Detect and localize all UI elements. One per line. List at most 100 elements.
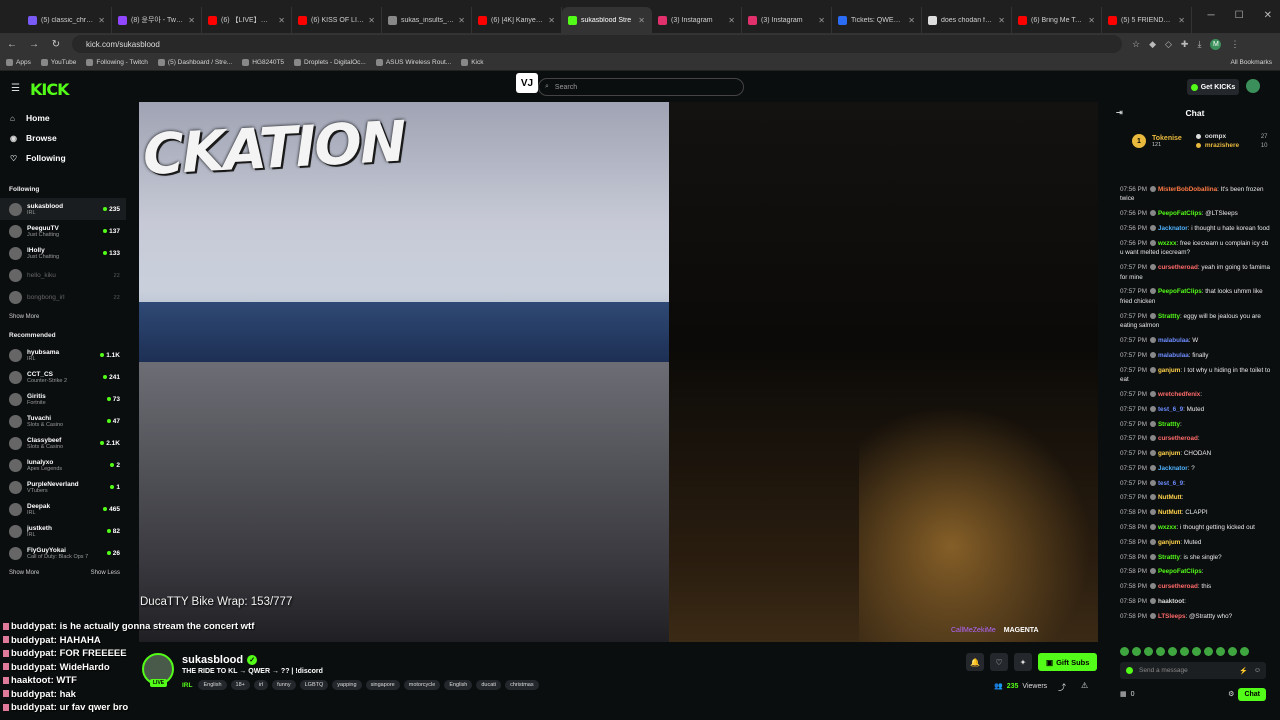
tab-close-icon[interactable]: ✕	[908, 16, 915, 25]
leader-row[interactable]: mrazishere 10	[1195, 142, 1268, 149]
stream-tag[interactable]: English	[198, 680, 227, 690]
stream-tag[interactable]: singapore	[365, 680, 400, 690]
sidebar-channel[interactable]: Classybeef Slots & Casino 2.1K	[0, 432, 126, 454]
chat-input[interactable]: Send a message ⚡ ☺	[1120, 662, 1266, 679]
message-username[interactable]: Jacknator	[1158, 465, 1188, 472]
browser-tab[interactable]: (3) Instagram ✕	[652, 7, 742, 33]
show-less-button[interactable]: Show Less	[91, 570, 120, 576]
stream-category-link[interactable]: IRL	[182, 682, 192, 689]
url-field[interactable]: kick.com/sukasblood	[72, 35, 1122, 53]
message-username[interactable]: PeepoFatClips	[1158, 288, 1202, 295]
message-username[interactable]: ganjum	[1158, 450, 1180, 457]
quick-emote-icon[interactable]	[1192, 647, 1201, 656]
back-icon[interactable]: ←	[6, 39, 18, 50]
notification-bell-icon[interactable]: 🔔	[966, 653, 984, 671]
top-supporter[interactable]: Tokenise 121	[1152, 135, 1182, 148]
message-username[interactable]: ganjum	[1158, 367, 1180, 374]
all-bookmarks-button[interactable]: All Bookmarks	[1230, 59, 1272, 66]
chat-identity-icon[interactable]	[1126, 667, 1133, 674]
puzzle-icon[interactable]: ✚	[1181, 39, 1189, 50]
quick-emote-icon[interactable]	[1144, 647, 1153, 656]
message-username[interactable]: ganjum	[1158, 539, 1180, 546]
tab-close-icon[interactable]: ✕	[728, 16, 735, 25]
message-username[interactable]: test_6_9	[1158, 480, 1183, 487]
tab-close-icon[interactable]: ✕	[998, 16, 1005, 25]
forward-icon[interactable]: →	[28, 39, 40, 50]
gift-subs-button[interactable]: ▣ Gift Subs	[1038, 653, 1098, 671]
stream-tag[interactable]: 18+	[230, 680, 250, 690]
browser-tab[interactable]: (5) classic_christine ✕	[22, 7, 112, 33]
sparkle-icon[interactable]: ✦	[1014, 653, 1032, 671]
bookmark-item[interactable]: ASUS Wireless Rout...	[375, 59, 451, 66]
sidebar-channel[interactable]: FlyGuyYokai Call of Duty: Black Ops 7 26	[0, 542, 126, 564]
quick-emote-icon[interactable]	[1204, 647, 1213, 656]
browser-tab[interactable]: (6) 【LIVE】可愛くてご✕	[202, 7, 292, 33]
message-username[interactable]: MisterBobDoballina	[1158, 186, 1217, 193]
browser-tab[interactable]: (6) Bring Me To Life✕	[1012, 7, 1102, 33]
tab-close-icon[interactable]: ✕	[1088, 16, 1095, 25]
follow-heart-icon[interactable]: ♡	[990, 653, 1008, 671]
message-username[interactable]: wxzxx	[1158, 240, 1177, 247]
quick-emote-icon[interactable]	[1132, 647, 1141, 656]
bookmark-item[interactable]: HG8240T5	[242, 59, 284, 66]
hamburger-menu-icon[interactable]: ☰	[11, 83, 20, 94]
quick-emote-icon[interactable]	[1156, 647, 1165, 656]
quick-emote-icon[interactable]	[1120, 647, 1129, 656]
maximize-icon[interactable]: ☐	[1235, 10, 1244, 21]
sidebar-channel[interactable]: CCT_CS Counter-Strike 2 241	[0, 366, 126, 388]
close-window-icon[interactable]: ✕	[1264, 10, 1272, 21]
collapse-chat-icon[interactable]: ⇥	[1116, 108, 1123, 117]
message-username[interactable]: haaktoot	[1158, 598, 1184, 605]
stream-tag[interactable]: christmas	[505, 680, 539, 690]
leader-row[interactable]: oompx 27	[1195, 133, 1268, 140]
message-username[interactable]: Strattty	[1158, 554, 1180, 561]
tab-close-icon[interactable]: ✕	[188, 16, 195, 25]
tab-close-icon[interactable]: ✕	[278, 16, 285, 25]
message-username[interactable]: malabulaa	[1158, 352, 1189, 359]
quick-emote-icon[interactable]	[1216, 647, 1225, 656]
sidebar-channel[interactable]: PurpleNeverland VTubers 1	[0, 476, 126, 498]
sidebar-nav-browse[interactable]: ◉ Browse	[0, 128, 126, 148]
message-username[interactable]: test_6_9	[1158, 406, 1183, 413]
browser-tab[interactable]: sukasblood Stre ✕	[562, 7, 652, 33]
tab-close-icon[interactable]: ✕	[818, 16, 825, 25]
sidebar-channel[interactable]: hello_kiku zz	[0, 264, 126, 286]
quick-emote-icon[interactable]	[1240, 647, 1249, 656]
tab-close-icon[interactable]: ✕	[1178, 16, 1185, 25]
message-username[interactable]: Strattty	[1158, 313, 1180, 320]
show-more-button[interactable]: Show More	[9, 570, 39, 576]
tab-close-icon[interactable]: ✕	[638, 16, 645, 25]
stream-tag[interactable]: yapping	[332, 680, 362, 690]
tab-close-icon[interactable]: ✕	[458, 16, 465, 25]
report-icon[interactable]: ⚠	[1081, 681, 1088, 690]
bookmark-item[interactable]: Droplets - DigitalOc...	[294, 59, 366, 66]
menu-dots-icon[interactable]: ⋮	[1230, 39, 1239, 50]
sidebar-channel[interactable]: bongbong_irl zz	[0, 286, 126, 308]
sidebar-channel[interactable]: Giritis Fortnite 73	[0, 388, 126, 410]
sidebar-channel[interactable]: lHolly Just Chatting 133	[0, 242, 126, 264]
bookmark-item[interactable]: Apps	[6, 59, 31, 66]
browser-tab[interactable]: (5) 5 FRIENDS, 1 CH ✕	[1102, 7, 1192, 33]
message-username[interactable]: PeepoFatClips	[1158, 210, 1202, 217]
tab-close-icon[interactable]: ✕	[548, 16, 555, 25]
browser-tab[interactable]: Tickets: QWER 1ST✕	[832, 7, 922, 33]
stream-tag[interactable]: LGBTQ	[299, 680, 329, 690]
message-username[interactable]: NutMutt	[1158, 509, 1182, 516]
stream-tag[interactable]: English	[444, 680, 473, 690]
sidebar-channel[interactable]: Deepak IRL 465	[0, 498, 126, 520]
message-username[interactable]: malabulaa	[1158, 337, 1189, 344]
quick-emote-icon[interactable]	[1180, 647, 1189, 656]
search-input[interactable]: ⌕ Search	[538, 78, 744, 96]
share-icon[interactable]: ⤴	[1058, 682, 1066, 693]
tab-close-icon[interactable]: ✕	[368, 16, 375, 25]
sidebar-nav-following[interactable]: ♡ Following	[0, 148, 126, 168]
sidebar-channel[interactable]: Tuvachi Slots & Casino 47	[0, 410, 126, 432]
stream-tag[interactable]: funny	[272, 680, 296, 690]
settings-gear-icon[interactable]: ⚙	[1228, 690, 1234, 698]
message-username[interactable]: wxzxx	[1158, 524, 1177, 531]
extension-icon[interactable]: ◇	[1165, 39, 1172, 50]
stream-tag[interactable]: irl	[253, 680, 269, 690]
sidebar-channel[interactable]: hyubsama IRL 1.1K	[0, 344, 126, 366]
message-username[interactable]: LTSleeps	[1158, 613, 1186, 620]
channel-name[interactable]: sukasblood	[182, 654, 243, 666]
